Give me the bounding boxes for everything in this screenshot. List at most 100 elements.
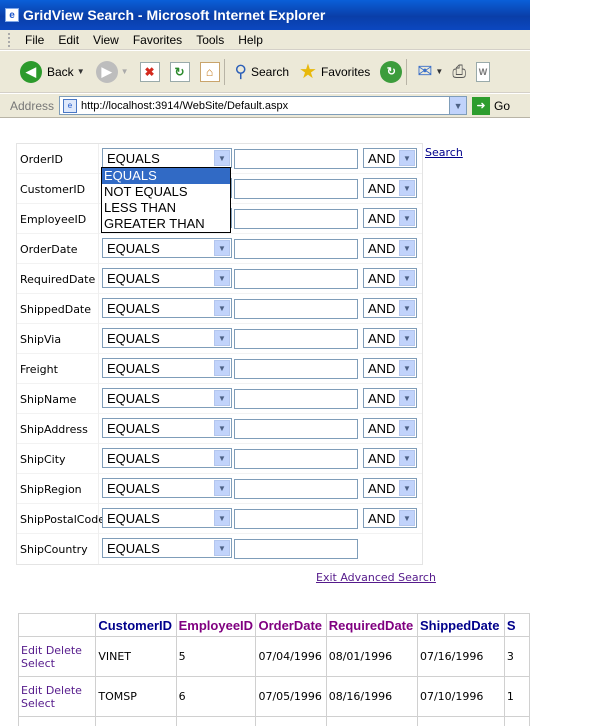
operator-select[interactable]: EQUALS ▼ bbox=[102, 508, 232, 528]
chevron-down-icon[interactable]: ▼ bbox=[214, 300, 230, 316]
edit-link[interactable]: Edit bbox=[21, 644, 42, 657]
grid-header-orderdate[interactable]: OrderDate bbox=[255, 613, 327, 637]
operator-select[interactable]: EQUALS ▼ bbox=[102, 238, 232, 258]
filter-value-input[interactable] bbox=[234, 149, 358, 169]
menu-file[interactable]: File bbox=[18, 33, 51, 47]
conjunction-select[interactable]: AND ▼ bbox=[363, 388, 417, 408]
go-button[interactable]: ➜ Go bbox=[472, 96, 510, 115]
exit-advanced-search-link[interactable]: Exit Advanced Search bbox=[316, 571, 436, 584]
chevron-down-icon[interactable]: ▼ bbox=[214, 330, 230, 346]
option-equals[interactable]: EQUALS bbox=[102, 168, 230, 184]
conjunction-select[interactable]: AND ▼ bbox=[363, 508, 417, 528]
address-url[interactable]: http://localhost:3914/WebSite/Default.as… bbox=[81, 100, 288, 112]
chevron-down-icon[interactable]: ▼ bbox=[214, 360, 230, 376]
chevron-down-icon[interactable]: ▼ bbox=[399, 420, 415, 436]
chevron-down-icon[interactable]: ▼ bbox=[399, 480, 415, 496]
filter-value-input[interactable] bbox=[234, 509, 358, 529]
conjunction-select[interactable]: AND ▼ bbox=[363, 478, 417, 498]
operator-select[interactable]: EQUALS ▼ bbox=[102, 478, 232, 498]
back-button[interactable]: ◀ Back ▼ bbox=[20, 60, 88, 83]
delete-link[interactable]: Delete bbox=[46, 644, 82, 657]
chevron-down-icon[interactable]: ▼ bbox=[399, 150, 415, 166]
option-not-equals[interactable]: NOT EQUALS bbox=[102, 184, 230, 200]
grid-header-requireddate[interactable]: RequiredDate bbox=[325, 613, 418, 637]
search-button[interactable]: ⚲ Search bbox=[235, 62, 289, 82]
word-button[interactable]: W bbox=[475, 61, 490, 82]
chevron-down-icon[interactable]: ▼ bbox=[399, 360, 415, 376]
select-link[interactable]: Select bbox=[21, 657, 55, 670]
conjunction-select[interactable]: AND ▼ bbox=[363, 448, 417, 468]
operator-select[interactable]: EQUALS ▼ bbox=[102, 328, 232, 348]
operator-select[interactable]: EQUALS ▼ bbox=[102, 358, 232, 378]
operator-select[interactable]: EQUALS ▼ bbox=[102, 448, 232, 468]
grid-header-shippeddate[interactable]: ShippedDate bbox=[416, 613, 505, 637]
chevron-down-icon[interactable]: ▼ bbox=[399, 210, 415, 226]
operator-select[interactable]: EQUALS ▼ bbox=[102, 418, 232, 438]
home-button[interactable]: ⌂ bbox=[199, 61, 220, 82]
refresh-button[interactable]: ↻ bbox=[169, 61, 190, 82]
chevron-down-icon[interactable]: ▼ bbox=[399, 180, 415, 196]
edit-link[interactable]: Edit bbox=[21, 684, 42, 697]
search-link[interactable]: Search bbox=[425, 146, 463, 159]
grid-header-customerid[interactable]: CustomerID bbox=[95, 613, 177, 637]
address-input[interactable]: e http://localhost:3914/WebSite/Default.… bbox=[59, 96, 468, 115]
history-button[interactable]: ↻ bbox=[380, 60, 403, 83]
menu-view[interactable]: View bbox=[86, 33, 126, 47]
chevron-down-icon[interactable]: ▼ bbox=[399, 510, 415, 526]
chevron-down-icon[interactable]: ▼ bbox=[214, 450, 230, 466]
chevron-down-icon[interactable]: ▼ bbox=[214, 390, 230, 406]
chevron-down-icon[interactable]: ▼ bbox=[399, 390, 415, 406]
chevron-down-icon[interactable]: ▼ bbox=[435, 67, 443, 76]
chevron-down-icon[interactable]: ▼ bbox=[399, 450, 415, 466]
operator-select[interactable]: EQUALS ▼ bbox=[102, 148, 232, 168]
filter-value-input[interactable] bbox=[234, 479, 358, 499]
chevron-down-icon[interactable]: ▼ bbox=[399, 300, 415, 316]
chevron-down-icon[interactable]: ▼ bbox=[214, 240, 230, 256]
print-button[interactable]: ⎙ bbox=[452, 62, 466, 82]
stop-button[interactable]: ✖ bbox=[139, 61, 160, 82]
conjunction-select[interactable]: AND ▼ bbox=[363, 148, 417, 168]
delete-link[interactable]: Delete bbox=[46, 684, 82, 697]
filter-value-input[interactable] bbox=[234, 419, 358, 439]
conjunction-select[interactable]: AND ▼ bbox=[363, 208, 417, 228]
forward-button[interactable]: ▶ ▼ bbox=[95, 60, 132, 83]
chevron-down-icon[interactable]: ▼ bbox=[214, 540, 230, 556]
chevron-down-icon[interactable]: ▼ bbox=[214, 420, 230, 436]
window-title-bar[interactable]: e GridView Search - Microsoft Internet E… bbox=[0, 0, 530, 30]
select-link[interactable]: Select bbox=[21, 697, 55, 710]
operator-dropdown-list[interactable]: EQUALS NOT EQUALS LESS THAN GREATER THAN bbox=[101, 167, 231, 233]
conjunction-select[interactable]: AND ▼ bbox=[363, 358, 417, 378]
filter-value-input[interactable] bbox=[234, 359, 358, 379]
conjunction-select[interactable]: AND ▼ bbox=[363, 418, 417, 438]
chevron-down-icon[interactable]: ▼ bbox=[399, 330, 415, 346]
filter-value-input[interactable] bbox=[234, 299, 358, 319]
operator-select[interactable]: EQUALS ▼ bbox=[102, 388, 232, 408]
option-less-than[interactable]: LESS THAN bbox=[102, 200, 230, 216]
filter-value-input[interactable] bbox=[234, 539, 358, 559]
filter-value-input[interactable] bbox=[234, 269, 358, 289]
conjunction-select[interactable]: AND ▼ bbox=[363, 298, 417, 318]
menu-help[interactable]: Help bbox=[231, 33, 270, 47]
conjunction-select[interactable]: AND ▼ bbox=[363, 328, 417, 348]
conjunction-select[interactable]: AND ▼ bbox=[363, 238, 417, 258]
grid-header-truncated[interactable]: S bbox=[503, 613, 530, 637]
menu-favorites[interactable]: Favorites bbox=[126, 33, 189, 47]
menu-edit[interactable]: Edit bbox=[51, 33, 86, 47]
menu-tools[interactable]: Tools bbox=[189, 33, 231, 47]
operator-select[interactable]: EQUALS ▼ bbox=[102, 268, 232, 288]
filter-value-input[interactable] bbox=[234, 209, 358, 229]
operator-select[interactable]: EQUALS ▼ bbox=[102, 538, 232, 558]
filter-value-input[interactable] bbox=[234, 389, 358, 409]
favorites-button[interactable]: ★ Favorites bbox=[299, 59, 370, 84]
chevron-down-icon[interactable]: ▼ bbox=[214, 270, 230, 286]
grid-header-employeeid[interactable]: EmployeeID bbox=[175, 613, 257, 637]
chevron-down-icon[interactable]: ▼ bbox=[399, 270, 415, 286]
chevron-down-icon[interactable]: ▼ bbox=[214, 480, 230, 496]
chevron-down-icon[interactable]: ▼ bbox=[121, 67, 129, 76]
chevron-down-icon[interactable]: ▼ bbox=[214, 510, 230, 526]
mail-button[interactable]: ✉ ▼ bbox=[417, 61, 446, 82]
filter-value-input[interactable] bbox=[234, 179, 358, 199]
filter-value-input[interactable] bbox=[234, 329, 358, 349]
filter-value-input[interactable] bbox=[234, 449, 358, 469]
chevron-down-icon[interactable]: ▼ bbox=[399, 240, 415, 256]
